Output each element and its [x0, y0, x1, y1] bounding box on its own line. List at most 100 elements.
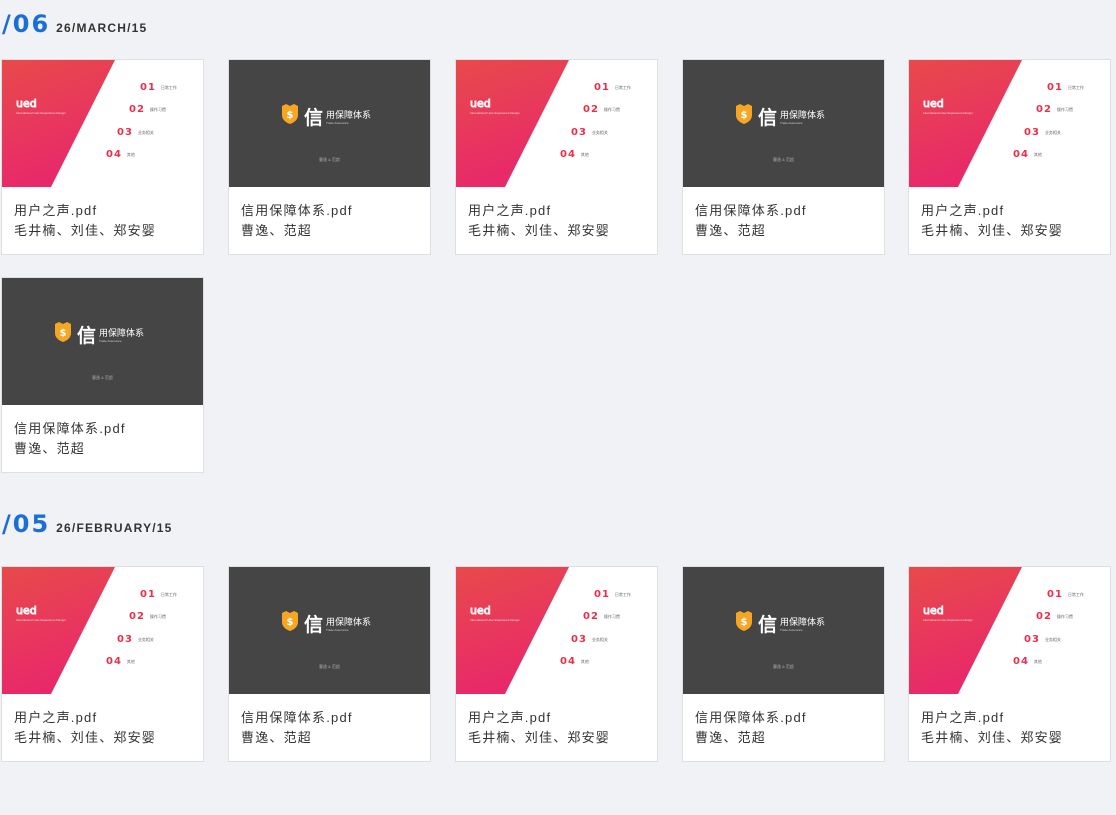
file-name[interactable]: 用户之声.pdf — [921, 708, 1098, 728]
logo-title-main: 用保障体系 — [780, 617, 826, 627]
toc-number: 03 — [1024, 127, 1040, 138]
logo-title: 用保障体系 Trade Assurance — [326, 108, 371, 125]
toc-number: 03 — [571, 634, 587, 645]
toc-item: 02 操作习惯 — [1036, 104, 1073, 115]
toc-item: 01 日常工作 — [594, 589, 631, 600]
toc-number: 04 — [1013, 656, 1029, 667]
document-card[interactable]: $ 信用保障体系 Trade Assurance 曹逸 & 范超 信用保障体系.pdf 曹… — [228, 566, 431, 762]
thumbnail-user-voice: ued International User Experience Design 0… — [2, 567, 203, 694]
toc-number: 03 — [117, 634, 133, 645]
toc-label: 业务相关 — [591, 129, 608, 135]
toc-label: 业务相关 — [137, 129, 154, 135]
file-name[interactable]: 用户之声.pdf — [468, 708, 645, 728]
file-name[interactable]: 信用保障体系.pdf — [695, 708, 872, 728]
toc-label: 日常工作 — [1067, 84, 1084, 90]
card-meta: 用户之声.pdf 毛井楠、刘佳、郑安婴 — [2, 187, 203, 241]
toc-label: 业务相关 — [591, 636, 608, 642]
svg-text:$: $ — [60, 328, 67, 339]
thumbnail-footer: 曹逸 & 范超 — [319, 157, 340, 162]
document-card[interactable]: ued International User Experience Design 0… — [1, 59, 204, 255]
thumbnail-trade-assurance: $ 信用保障体系 Trade Assurance 曹逸 & 范超 — [683, 60, 884, 187]
toc-number: 02 — [583, 104, 599, 115]
gradient-banner — [456, 60, 569, 187]
logo-title-sub: Trade Assurance — [99, 339, 122, 343]
svg-text:ued: ued — [470, 97, 491, 109]
toc-item: 04 其他 — [1013, 656, 1042, 667]
logo-title: 用保障体系 Trade Assurance — [99, 326, 144, 343]
document-card[interactable]: $ 信用保障体系 Trade Assurance 曹逸 & 范超 信用保障体系.pdf 曹… — [682, 566, 885, 762]
toc-label: 业务相关 — [1044, 636, 1061, 642]
thumbnail-user-voice: ued International User Experience Design 0… — [456, 60, 657, 187]
trade-assurance-logo: $ 信用保障体系 Trade Assurance — [735, 610, 825, 637]
toc-item: 02 操作习惯 — [583, 611, 620, 622]
thumbnail-trade-assurance: $ 信用保障体系 Trade Assurance 曹逸 & 范超 — [229, 567, 430, 694]
file-name[interactable]: 信用保障体系.pdf — [14, 419, 191, 439]
file-name[interactable]: 用户之声.pdf — [468, 201, 645, 221]
thumbnail-footer: 曹逸 & 范超 — [319, 664, 340, 669]
document-card[interactable]: ued International User Experience Design 0… — [455, 59, 658, 255]
date-number: /05 — [2, 510, 51, 538]
card-meta: 信用保障体系.pdf 曹逸、范超 — [683, 694, 884, 748]
file-name[interactable]: 用户之声.pdf — [14, 708, 191, 728]
toc-label: 其他 — [1033, 658, 1042, 664]
thumbnail-user-voice: ued International User Experience Design 0… — [456, 567, 657, 694]
file-name[interactable]: 信用保障体系.pdf — [695, 201, 872, 221]
toc-number: 01 — [1047, 82, 1063, 93]
toc-number: 01 — [594, 589, 610, 600]
file-name[interactable]: 用户之声.pdf — [921, 201, 1098, 221]
document-card[interactable]: ued International User Experience Design 0… — [908, 566, 1111, 762]
logo-title-sub: Trade Assurance — [780, 121, 803, 125]
toc-number: 01 — [140, 82, 156, 93]
toc-label: 其他 — [580, 151, 589, 157]
date-header: /05 26/FEBRUARY/15 — [2, 510, 173, 542]
toc-item: 02 操作习惯 — [1036, 611, 1073, 622]
date-label: 26/MARCH/15 — [56, 21, 148, 35]
file-name[interactable]: 信用保障体系.pdf — [241, 708, 418, 728]
toc-item: 02 操作习惯 — [129, 104, 166, 115]
logo-title: 用保障体系 Trade Assurance — [780, 615, 825, 632]
gradient-banner — [909, 567, 1022, 694]
toc-item: 04 其他 — [560, 656, 589, 667]
card-meta: 信用保障体系.pdf 曹逸、范超 — [229, 187, 430, 241]
toc-number: 03 — [1024, 634, 1040, 645]
logo-title-sub: Trade Assurance — [780, 628, 803, 632]
card-meta: 用户之声.pdf 毛井楠、刘佳、郑安婴 — [909, 694, 1110, 748]
shield-dollar-icon: $ — [281, 104, 299, 129]
ued-logo-subtitle: International User Experience Design — [16, 618, 66, 622]
toc-number: 04 — [560, 149, 576, 160]
toc-item: 04 其他 — [106, 656, 135, 667]
document-card[interactable]: $ 信用保障体系 Trade Assurance 曹逸 & 范超 信用保障体系.pdf 曹… — [1, 277, 204, 473]
shield-dollar-icon: $ — [735, 104, 753, 129]
thumbnail-footer: 曹逸 & 范超 — [92, 375, 113, 380]
toc-number: 02 — [1036, 104, 1052, 115]
file-name[interactable]: 信用保障体系.pdf — [241, 201, 418, 221]
ued-logo-subtitle: International User Experience Design — [923, 618, 973, 622]
logo-char: 信 — [304, 614, 324, 636]
toc-label: 日常工作 — [1067, 591, 1084, 597]
file-name[interactable]: 用户之声.pdf — [14, 201, 191, 221]
toc-item: 03 业务相关 — [1024, 127, 1061, 138]
document-card[interactable]: ued International User Experience Design 0… — [1, 566, 204, 762]
toc-number: 02 — [583, 611, 599, 622]
logo-title: 用保障体系 Trade Assurance — [326, 615, 371, 632]
document-card[interactable]: ued International User Experience Design 0… — [455, 566, 658, 762]
document-card[interactable]: ued International User Experience Design 0… — [908, 59, 1111, 255]
toc-label: 其他 — [1033, 151, 1042, 157]
logo-title-sub: Trade Assurance — [326, 628, 349, 632]
toc-item: 01 日常工作 — [140, 589, 177, 600]
author-list: 曹逸、范超 — [695, 223, 767, 238]
document-card[interactable]: $ 信用保障体系 Trade Assurance 曹逸 & 范超信用保障体系.pdf 曹… — [682, 59, 885, 255]
document-card[interactable]: $ 信用保障体系 Trade Assurance 曹逸 & 范超 信用保障体系.pdf 曹… — [228, 59, 431, 255]
svg-text:ued: ued — [923, 604, 944, 616]
card-meta: 用户之声.pdf 毛井楠、刘佳、郑安婴 — [2, 694, 203, 748]
toc-number: 04 — [1013, 149, 1029, 160]
logo-title: 用保障体系 Trade Assurance — [780, 108, 825, 125]
toc-number: 02 — [1036, 611, 1052, 622]
card-meta: 信用保障体系.pdf 曹逸、范超 — [229, 694, 430, 748]
shield-dollar-icon: $ — [735, 611, 753, 636]
toc-label: 日常工作 — [160, 84, 177, 90]
toc-item: 02 操作习惯 — [583, 104, 620, 115]
svg-text:$: $ — [741, 110, 748, 121]
toc-item: 03 业务相关 — [1024, 634, 1061, 645]
toc-item: 02 操作习惯 — [129, 611, 166, 622]
